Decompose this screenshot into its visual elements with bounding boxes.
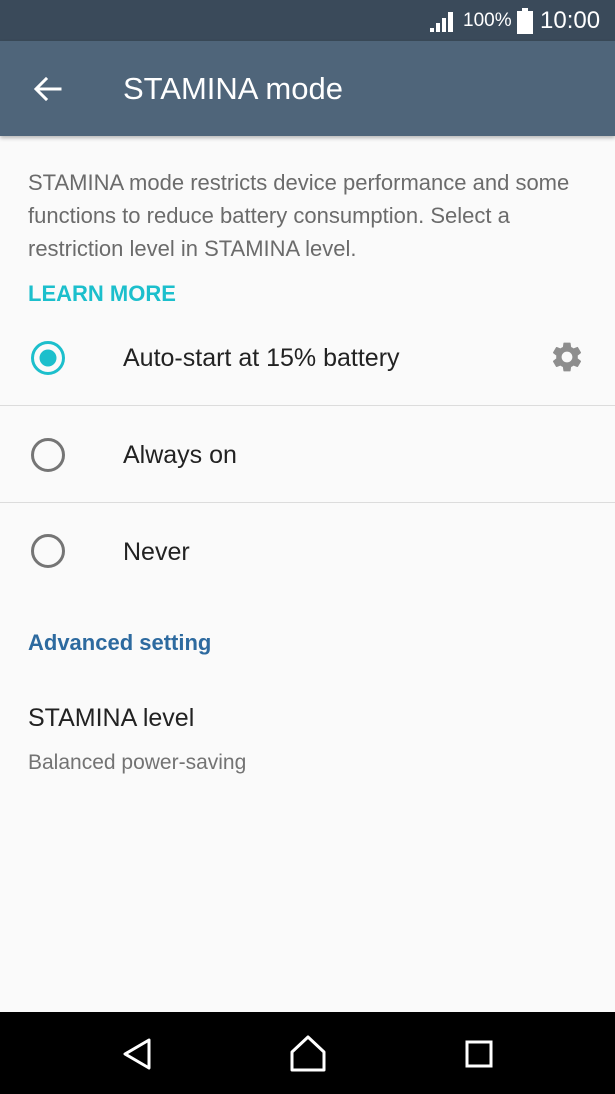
back-nav-icon[interactable] [113,1030,161,1078]
back-button[interactable] [22,65,74,113]
setting-title: STAMINA level [28,704,195,732]
description-text: STAMINA mode restricts device performanc… [28,170,570,261]
signal-icon [430,12,453,32]
battery-percent: 100% [463,10,512,31]
arrow-back-icon [34,77,62,101]
home-nav-icon[interactable] [284,1030,332,1078]
status-bar: 100% 10:00 [0,0,615,41]
recents-nav-icon[interactable] [455,1030,503,1078]
option-always-on[interactable]: Always on [0,406,615,502]
gear-icon[interactable] [549,339,585,375]
section-header-advanced: Advanced setting [28,630,212,655]
stamina-level-setting[interactable]: STAMINA level Balanced power-saving [0,690,615,790]
option-label: Auto-start at 15% battery [123,344,400,372]
battery-icon [517,8,533,34]
navigation-bar [0,1012,615,1094]
setting-value: Balanced power-saving [28,751,247,774]
option-label: Always on [123,441,237,469]
option-auto-start[interactable]: Auto-start at 15% battery [0,322,615,404]
option-never[interactable]: Never [0,503,615,599]
clock: 10:00 [540,7,601,34]
radio-selected-icon[interactable] [30,340,66,376]
radio-unselected-icon[interactable] [30,437,66,473]
radio-unselected-icon[interactable] [30,533,66,569]
page-title: STAMINA mode [123,71,343,106]
option-label: Never [123,538,190,566]
learn-more-link[interactable]: LEARN MORE [28,280,176,308]
app-bar: STAMINA mode [0,41,615,136]
